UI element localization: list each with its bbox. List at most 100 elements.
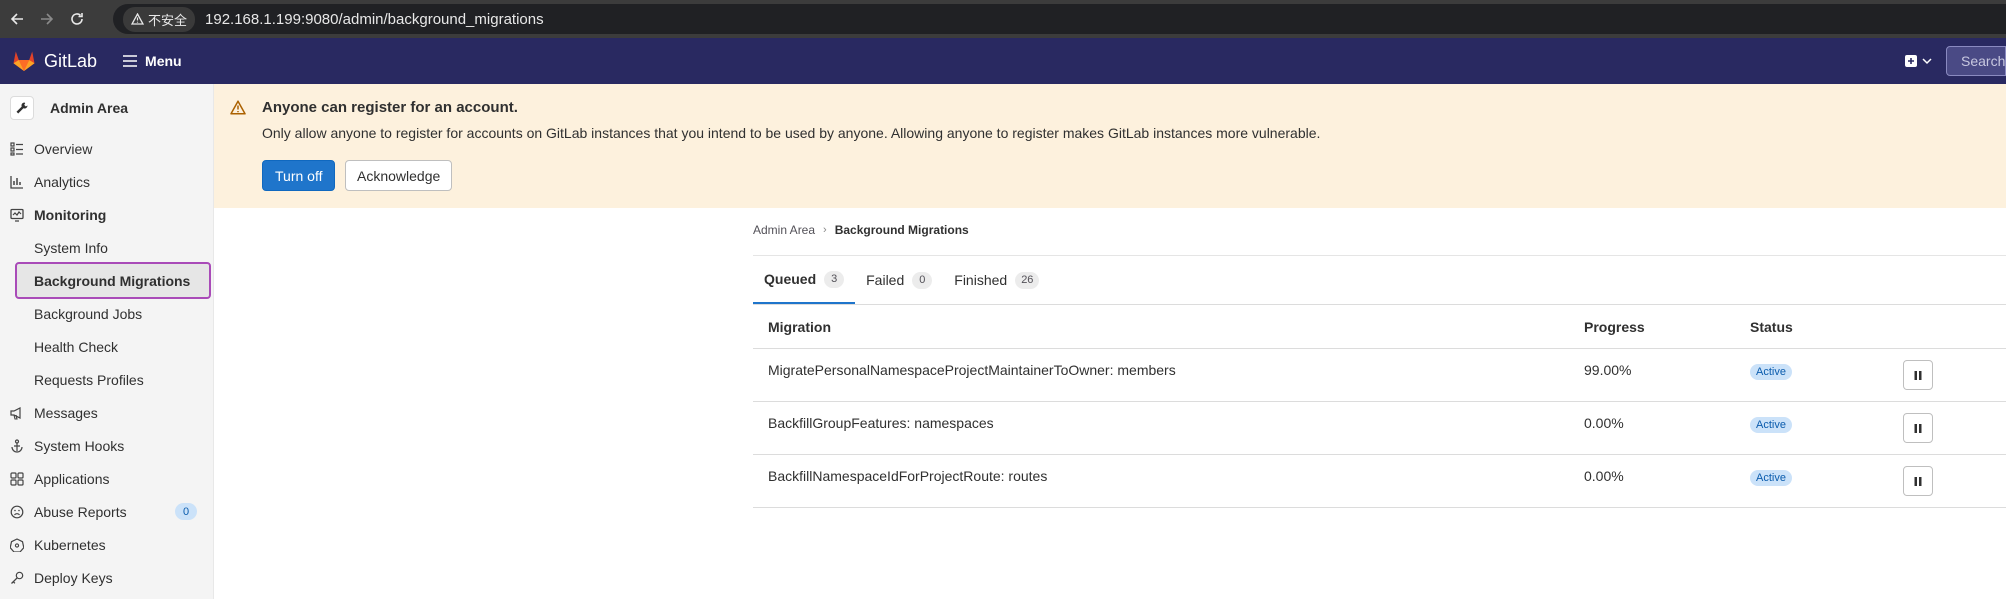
sidebar-item-label: Background Migrations: [34, 272, 191, 289]
turn-off-button[interactable]: Turn off: [262, 160, 336, 191]
sidebar-item-label: System Hooks: [34, 437, 125, 454]
registration-warning-banner: Anyone can register for an account. Only…: [214, 84, 2006, 208]
breadcrumb-admin-area[interactable]: Admin Area: [753, 223, 815, 237]
search-placeholder: Search: [1961, 53, 2006, 69]
url-text: 192.168.1.199:9080/admin/background_migr…: [205, 10, 544, 28]
sidebar-item-overview[interactable]: Overview: [0, 132, 213, 165]
bullhorn-icon: [10, 406, 24, 420]
sidebar-header-label: Admin Area: [50, 100, 129, 116]
sidebar-item-deploy-keys[interactable]: Deploy Keys: [0, 561, 213, 594]
migration-tabs: Queued 3 Failed 0 Finished 26: [753, 256, 2006, 305]
breadcrumb-current[interactable]: Background Migrations: [835, 223, 969, 237]
overview-icon: [10, 141, 24, 156]
hamburger-icon: [123, 55, 138, 67]
applications-icon: [10, 471, 24, 486]
pause-button[interactable]: [1903, 413, 1933, 443]
kubernetes-icon: [10, 537, 24, 552]
migrations-table: Migration Progress Status MigratePersona…: [753, 305, 2006, 508]
arrow-right-icon: [41, 13, 54, 25]
breadcrumb: Admin Area › Background Migrations: [753, 223, 969, 237]
sidebar-item-label: Requests Profiles: [34, 371, 144, 388]
sidebar-item-background-migrations[interactable]: Background Migrations: [15, 262, 211, 299]
sidebar-item-abuse-reports[interactable]: Abuse Reports 0: [0, 495, 213, 528]
tab-label: Finished: [954, 272, 1008, 288]
migration-progress: 0.00%: [1584, 415, 1624, 431]
tab-label: Failed: [866, 272, 905, 288]
hook-icon: [10, 438, 24, 453]
table-header-row: Migration Progress Status: [753, 305, 2006, 349]
search-input[interactable]: Search: [1946, 46, 2006, 76]
browser-toolbar: 不安全 192.168.1.199:9080/admin/background_…: [0, 0, 2006, 38]
warning-icon: [131, 13, 144, 25]
sidebar-item-health-check[interactable]: Health Check: [0, 330, 213, 363]
tab-label: Queued: [764, 271, 817, 287]
chevron-right-icon: ›: [823, 224, 827, 236]
table-row: MigratePersonalNamespaceProjectMaintaine…: [753, 349, 2006, 402]
banner-title: Anyone can register for an account.: [262, 99, 518, 116]
sidebar-header[interactable]: Admin Area: [0, 84, 213, 132]
tab-count-badge: 0: [912, 271, 933, 289]
sidebar-item-label: Background Jobs: [34, 305, 143, 322]
tab-finished[interactable]: Finished 26: [943, 256, 1050, 304]
sidebar-item-label: Analytics: [34, 173, 91, 190]
migration-progress: 0.00%: [1584, 468, 1624, 484]
pause-button[interactable]: [1903, 466, 1933, 496]
menu-label: Menu: [145, 53, 182, 69]
back-button[interactable]: [2, 4, 32, 34]
column-header-progress: Progress: [1584, 318, 1645, 335]
gitlab-header: GitLab Menu Search: [0, 38, 2006, 84]
reload-button[interactable]: [62, 4, 92, 34]
status-badge: Active: [1750, 470, 1792, 486]
pause-button[interactable]: [1903, 360, 1933, 390]
migration-progress: 99.00%: [1584, 362, 1632, 378]
tab-count-badge: 26: [1015, 271, 1040, 289]
address-bar[interactable]: 不安全 192.168.1.199:9080/admin/background_…: [113, 4, 2006, 34]
key-icon: [10, 571, 24, 585]
sidebar-item-system-hooks[interactable]: System Hooks: [0, 429, 213, 462]
migration-name: BackfillGroupFeatures: namespaces: [768, 415, 994, 431]
sidebar-item-label: System Info: [34, 239, 108, 256]
status-badge: Active: [1750, 364, 1792, 380]
migration-name: BackfillNamespaceIdForProjectRoute: rout…: [768, 468, 1048, 484]
sidebar-item-requests-profiles[interactable]: Requests Profiles: [0, 363, 213, 396]
abuse-icon: [10, 505, 24, 519]
main-menu-button[interactable]: Menu: [123, 53, 182, 69]
tab-failed[interactable]: Failed 0: [855, 256, 943, 304]
table-row: BackfillNamespaceIdForProjectRoute: rout…: [753, 455, 2006, 508]
warning-icon: [230, 100, 246, 120]
sidebar-item-label: Deploy Keys: [34, 569, 113, 586]
forward-button[interactable]: [32, 4, 62, 34]
gitlab-logo-link[interactable]: GitLab: [12, 50, 97, 72]
gitlab-logo-text: GitLab: [44, 50, 98, 71]
sidebar-item-label: Overview: [34, 140, 93, 157]
acknowledge-button[interactable]: Acknowledge: [345, 160, 453, 191]
gitlab-tanuki-icon: [13, 51, 35, 71]
sidebar-item-analytics[interactable]: Analytics: [0, 165, 213, 198]
column-header-status: Status: [1750, 318, 1793, 335]
sidebar-item-label: Kubernetes: [34, 536, 106, 553]
sidebar-item-label: Messages: [34, 404, 98, 421]
status-badge: Active: [1750, 417, 1792, 433]
table-row: BackfillGroupFeatures: namespaces 0.00% …: [753, 402, 2006, 455]
reload-icon: [71, 13, 83, 25]
chart-icon: [10, 175, 24, 189]
sidebar-item-monitoring[interactable]: Monitoring: [0, 198, 213, 231]
sidebar-item-applications[interactable]: Applications: [0, 462, 213, 495]
migration-name: MigratePersonalNamespaceProjectMaintaine…: [768, 362, 1176, 378]
sidebar-item-messages[interactable]: Messages: [0, 396, 213, 429]
new-item-dropdown[interactable]: [1904, 54, 1932, 68]
sidebar-item-background-jobs[interactable]: Background Jobs: [0, 297, 213, 330]
sidebar-item-label: Health Check: [34, 338, 119, 355]
sidebar-item-system-info[interactable]: System Info: [0, 231, 213, 264]
column-header-migration: Migration: [768, 318, 831, 335]
monitor-icon: [10, 208, 24, 222]
banner-body: Only allow anyone to register for accoun…: [262, 125, 1321, 141]
insecure-label: 不安全: [148, 12, 188, 28]
tab-queued[interactable]: Queued 3: [753, 256, 856, 304]
pause-icon: [1914, 423, 1922, 433]
sidebar-item-kubernetes[interactable]: Kubernetes: [0, 528, 213, 561]
sidebar-item-label: Monitoring: [34, 206, 107, 223]
abuse-count-badge: 0: [175, 503, 197, 520]
security-indicator[interactable]: 不安全: [123, 6, 196, 32]
pause-icon: [1914, 370, 1922, 380]
